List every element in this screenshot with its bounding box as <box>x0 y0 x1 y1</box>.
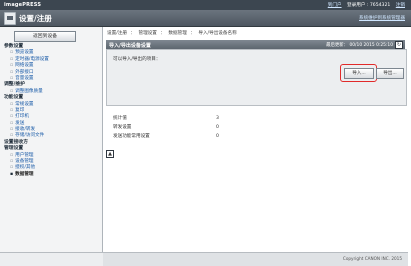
stats-table: 统计值 3 转发设置 0 发送功能常用设置 0 <box>113 114 393 141</box>
table-row: 统计值 3 <box>113 114 393 123</box>
footer: Copyright CANON INC. 2015 <box>103 252 408 266</box>
last-updated-value: 00/10 2015 0:25:10 <box>349 43 393 48</box>
import-button[interactable]: 导入... <box>344 68 374 79</box>
breadcrumb: 设置/注册 ： 管理设置 ： 数据管理 ： 导入/导出设备名称 <box>107 30 239 36</box>
stat-value: 0 <box>216 134 219 139</box>
panel-header: 导入/导出设备设置 最后更新： 00/10 2015 0:25:10 ↻ <box>106 40 405 49</box>
last-updated: 最后更新： 00/10 2015 0:25:10 <box>326 42 393 48</box>
refresh-icon[interactable]: ↻ <box>395 41 403 49</box>
sidebar-item-data-management[interactable]: 数据管理 <box>10 172 102 178</box>
breadcrumb-data-management[interactable]: 数据管理 <box>168 31 186 36</box>
settings-app-icon <box>4 12 16 25</box>
breadcrumb-settings[interactable]: 设置/注册 <box>107 31 127 36</box>
breadcrumb-current: 导入/导出设备名称 <box>198 31 237 36</box>
stat-value: 3 <box>216 116 219 121</box>
breadcrumb-separator: ： <box>130 31 136 36</box>
export-button[interactable]: 导出... <box>376 68 404 79</box>
logout-link[interactable]: 注销 <box>396 3 405 8</box>
sidebar-nav: 参数设置 预览设置 定时器/电源设置 网络设置 外部接口 音量设置 调整/维护 … <box>0 44 102 178</box>
system-manager-link[interactable]: 系统维护到系统管理器 <box>359 15 405 21</box>
portal-link[interactable]: 到门户 <box>328 3 342 8</box>
stat-label: 统计值 <box>113 116 127 121</box>
last-updated-label: 最后更新： <box>326 43 349 48</box>
brand-label: imagePRESS <box>4 2 42 8</box>
logged-in-user: 登录用户 : 7654321 <box>347 3 391 8</box>
table-row: 转发设置 0 <box>113 123 393 132</box>
sidebar-footer <box>0 252 103 266</box>
copyright-text: Copyright CANON INC. 2015 <box>342 256 402 261</box>
stat-value: 0 <box>216 125 219 130</box>
top-bar: imagePRESS 到门户 登录用户 : 7654321 注销 <box>0 0 411 10</box>
stat-label: 发送功能常用设置 <box>113 134 150 139</box>
stat-label: 转发设置 <box>113 125 132 130</box>
breadcrumb-separator: ： <box>190 31 195 36</box>
panel-body: 可以导入/导出的项目： 导入... 导出... <box>106 49 407 106</box>
back-to-top-icon[interactable]: ▲ <box>106 150 114 158</box>
panel-description: 可以导入/导出的项目： <box>113 57 161 62</box>
breadcrumb-management[interactable]: 管理设置 <box>138 31 156 36</box>
main-content: 设置/注册 ： 管理设置 ： 数据管理 ： 导入/导出设备名称 导入/导出设备设… <box>103 27 408 252</box>
panel-title: 导入/导出设备设置 <box>109 43 151 49</box>
table-row: 发送功能常用设置 0 <box>113 132 393 141</box>
page-title: 设置/注册 <box>19 14 52 23</box>
top-navigation: 到门户 登录用户 : 7654321 注销 <box>324 2 405 8</box>
breadcrumb-separator: ： <box>160 31 165 36</box>
title-bar: 设置/注册 系统维护到系统管理器 <box>0 10 411 27</box>
return-to-device-button[interactable]: 返回到设备 <box>14 31 76 42</box>
sidebar: 返回到设备 参数设置 预览设置 定时器/电源设置 网络设置 外部接口 音量设置 … <box>0 27 103 252</box>
